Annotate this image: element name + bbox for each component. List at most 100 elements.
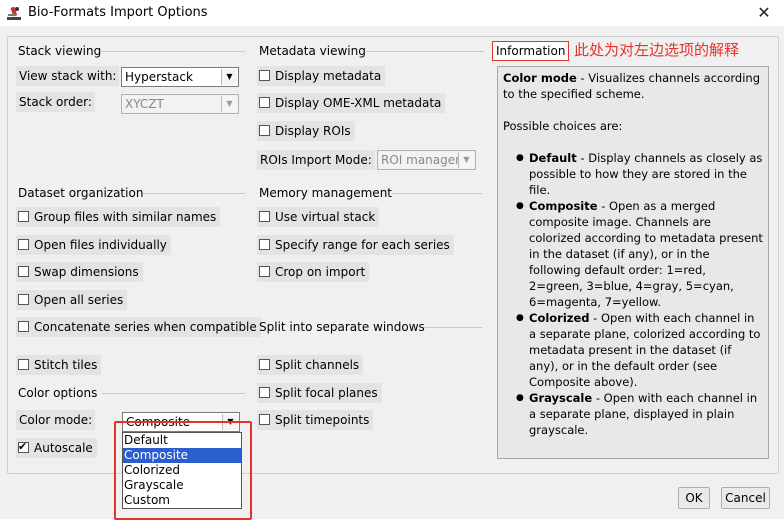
- open-all-series-checkbox[interactable]: Open all series: [16, 290, 128, 310]
- information-panel[interactable]: Color mode - Visualizes channels accordi…: [497, 66, 769, 459]
- view-stack-label: View stack with:: [16, 66, 120, 86]
- color-mode-label: Color mode:: [16, 410, 96, 430]
- info-choices-list: Default - Display channels as closely as…: [503, 150, 763, 438]
- window-title: Bio-Formats Import Options: [28, 5, 208, 20]
- specify-range-label: Specify range for each series: [275, 238, 450, 252]
- divider: [100, 51, 245, 52]
- concatenate-checkbox[interactable]: Concatenate series when compatible: [16, 317, 261, 337]
- display-rois-label: Display ROIs: [275, 124, 351, 138]
- divider: [392, 193, 482, 194]
- split-windows-header: Split into separate windows: [259, 320, 425, 334]
- checkbox-box[interactable]: [259, 359, 270, 370]
- imagej-microscope-icon: [7, 6, 21, 20]
- stitch-tiles-checkbox[interactable]: Stitch tiles: [16, 355, 102, 375]
- checkbox-box[interactable]: [259, 97, 270, 108]
- specify-range-checkbox[interactable]: Specify range for each series: [257, 235, 454, 255]
- stack-order-label: Stack order:: [16, 92, 95, 112]
- checkbox-box[interactable]: [18, 239, 29, 250]
- group-files-checkbox[interactable]: Group files with similar names: [16, 207, 221, 227]
- info-choice-grayscale: Grayscale - Open with each channel in a …: [516, 390, 763, 438]
- checkbox-box[interactable]: [259, 239, 270, 250]
- choice-name: Grayscale: [529, 391, 593, 405]
- checkbox-box[interactable]: [18, 294, 29, 305]
- open-individually-checkbox[interactable]: Open files individually: [16, 235, 171, 255]
- memory-management-header: Memory management: [259, 186, 393, 200]
- info-choice-composite: Composite - Open as a merged composite i…: [516, 198, 763, 310]
- checkbox-box[interactable]: [259, 414, 270, 425]
- info-title: Color mode: [503, 71, 577, 85]
- display-metadata-checkbox[interactable]: Display metadata: [257, 66, 386, 86]
- cancel-button[interactable]: Cancel: [721, 487, 770, 509]
- divider: [143, 193, 245, 194]
- dataset-organization-header: Dataset organization: [18, 186, 144, 200]
- split-focal-label: Split focal planes: [275, 386, 378, 400]
- swap-dimensions-checkbox[interactable]: Swap dimensions: [16, 262, 143, 282]
- display-rois-checkbox[interactable]: Display ROIs: [257, 121, 355, 141]
- stack-viewing-header: Stack viewing: [18, 44, 102, 58]
- checkbox-box[interactable]: [18, 321, 29, 332]
- chevron-down-icon: ▼: [221, 96, 237, 112]
- checkbox-box[interactable]: [18, 211, 29, 222]
- swap-dimensions-label: Swap dimensions: [34, 265, 139, 279]
- chevron-down-icon: ▼: [221, 69, 237, 85]
- info-possible: Possible choices are:: [503, 119, 623, 133]
- info-choice-default: Default - Display channels as closely as…: [516, 150, 763, 198]
- metadata-viewing-header: Metadata viewing: [259, 44, 366, 58]
- split-timepoints-checkbox[interactable]: Split timepoints: [257, 410, 374, 430]
- stack-order-select[interactable]: XYCZT ▼: [121, 94, 239, 114]
- dropdown-option-composite[interactable]: Composite: [123, 448, 241, 463]
- color-mode-value: Composite: [126, 415, 191, 429]
- choice-name: Composite: [529, 199, 598, 213]
- display-omexml-checkbox[interactable]: Display OME-XML metadata: [257, 93, 446, 113]
- ok-button[interactable]: OK: [678, 487, 710, 509]
- checkbox-box[interactable]: [259, 70, 270, 81]
- checkbox-box[interactable]: [259, 211, 270, 222]
- checkbox-box[interactable]: [18, 266, 29, 277]
- checkbox-box[interactable]: [259, 266, 270, 277]
- annotation-note: 此处为对左边选项的解释: [574, 41, 740, 59]
- dialog-client-area: Stack viewing View stack with: Hyperstac…: [0, 26, 784, 520]
- checkbox-checked[interactable]: [18, 438, 29, 456]
- chevron-down-icon: ▼: [222, 414, 238, 430]
- checkbox-box[interactable]: [259, 125, 270, 136]
- color-mode-select[interactable]: Composite ▼: [122, 412, 240, 432]
- checkbox-box[interactable]: [259, 387, 270, 398]
- dropdown-option-grayscale[interactable]: Grayscale: [123, 478, 241, 493]
- autoscale-checkbox[interactable]: Autoscale: [16, 438, 97, 458]
- virtual-stack-label: Use virtual stack: [275, 210, 376, 224]
- open-individually-label: Open files individually: [34, 238, 167, 252]
- rois-import-mode-label: ROIs Import Mode:: [257, 150, 375, 170]
- display-metadata-label: Display metadata: [275, 69, 382, 83]
- display-omexml-label: Display OME-XML metadata: [275, 96, 442, 110]
- open-all-series-label: Open all series: [34, 293, 124, 307]
- split-channels-label: Split channels: [275, 358, 360, 372]
- chevron-down-icon: ▼: [458, 152, 474, 168]
- dropdown-option-default[interactable]: Default: [123, 433, 241, 448]
- crop-on-import-label: Crop on import: [275, 265, 366, 279]
- view-stack-select[interactable]: Hyperstack ▼: [121, 67, 239, 87]
- divider: [366, 51, 484, 52]
- divider: [102, 393, 245, 394]
- stack-order-value: XYCZT: [125, 97, 164, 111]
- virtual-stack-checkbox[interactable]: Use virtual stack: [257, 207, 380, 227]
- view-stack-value: Hyperstack: [125, 70, 193, 84]
- checkbox-box[interactable]: [18, 359, 29, 370]
- rois-mode-value: ROI manager: [381, 153, 461, 167]
- dropdown-option-custom[interactable]: Custom: [123, 493, 241, 508]
- rois-import-mode-select[interactable]: ROI manager ▼: [377, 150, 476, 170]
- choice-name: Colorized: [529, 311, 590, 325]
- autoscale-label: Autoscale: [34, 441, 93, 455]
- group-files-label: Group files with similar names: [34, 210, 217, 224]
- info-choice-colorized: Colorized - Open with each channel in a …: [516, 310, 763, 390]
- crop-on-import-checkbox[interactable]: Crop on import: [257, 262, 370, 282]
- information-header: Information: [492, 41, 570, 61]
- concatenate-label: Concatenate series when compatible: [34, 320, 257, 334]
- split-focal-checkbox[interactable]: Split focal planes: [257, 383, 382, 403]
- close-icon[interactable]: ✕: [752, 2, 776, 24]
- dropdown-option-colorized[interactable]: Colorized: [123, 463, 241, 478]
- choice-desc: - Open as a merged composite image. Chan…: [529, 199, 763, 309]
- color-mode-dropdown-list: Default Composite Colorized Grayscale Cu…: [122, 432, 242, 509]
- choice-name: Default: [529, 151, 577, 165]
- split-timepoints-label: Split timepoints: [275, 413, 370, 427]
- split-channels-checkbox[interactable]: Split channels: [257, 355, 364, 375]
